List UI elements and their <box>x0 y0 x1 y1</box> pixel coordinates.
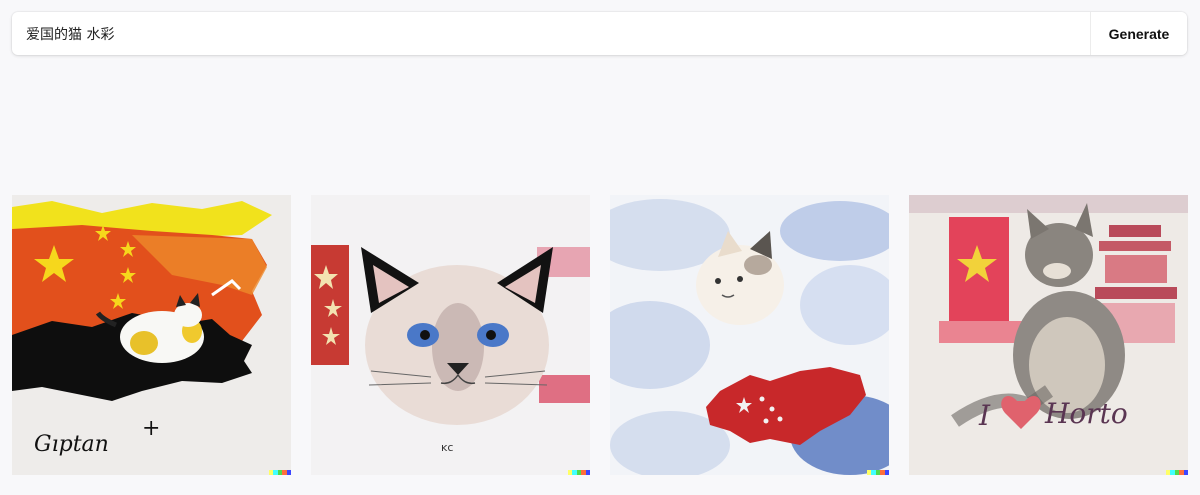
generate-button[interactable]: Generate <box>1090 12 1187 55</box>
generated-image-2[interactable]: ᴋᴄ <box>311 195 590 475</box>
love-cat-painting: I Horto <box>909 195 1188 475</box>
svg-text:I: I <box>978 399 991 432</box>
signature-mark <box>1166 470 1188 475</box>
generated-image-4[interactable]: I Horto <box>909 195 1188 475</box>
prompt-bar: Generate <box>12 12 1187 55</box>
svg-text:Horto: Horto <box>1044 397 1128 430</box>
svg-text:+: + <box>142 416 160 441</box>
prompt-input[interactable] <box>12 12 1090 55</box>
image-gallery: Gıptan + ᴋᴄ I Horto <box>12 195 1188 475</box>
signature-mark <box>568 470 590 475</box>
cloud-cat-map-painting <box>610 195 889 475</box>
svg-text:Gıptan: Gıptan <box>34 432 109 457</box>
siamese-cat-painting: ᴋᴄ <box>311 195 590 475</box>
signature-mark <box>269 470 291 475</box>
generated-image-3[interactable] <box>610 195 889 475</box>
signature-mark <box>867 470 889 475</box>
painting-caption: ᴋᴄ <box>441 441 453 454</box>
cat-flag-map-painting: Gıptan + <box>12 195 291 475</box>
generated-image-1[interactable]: Gıptan + <box>12 195 291 475</box>
